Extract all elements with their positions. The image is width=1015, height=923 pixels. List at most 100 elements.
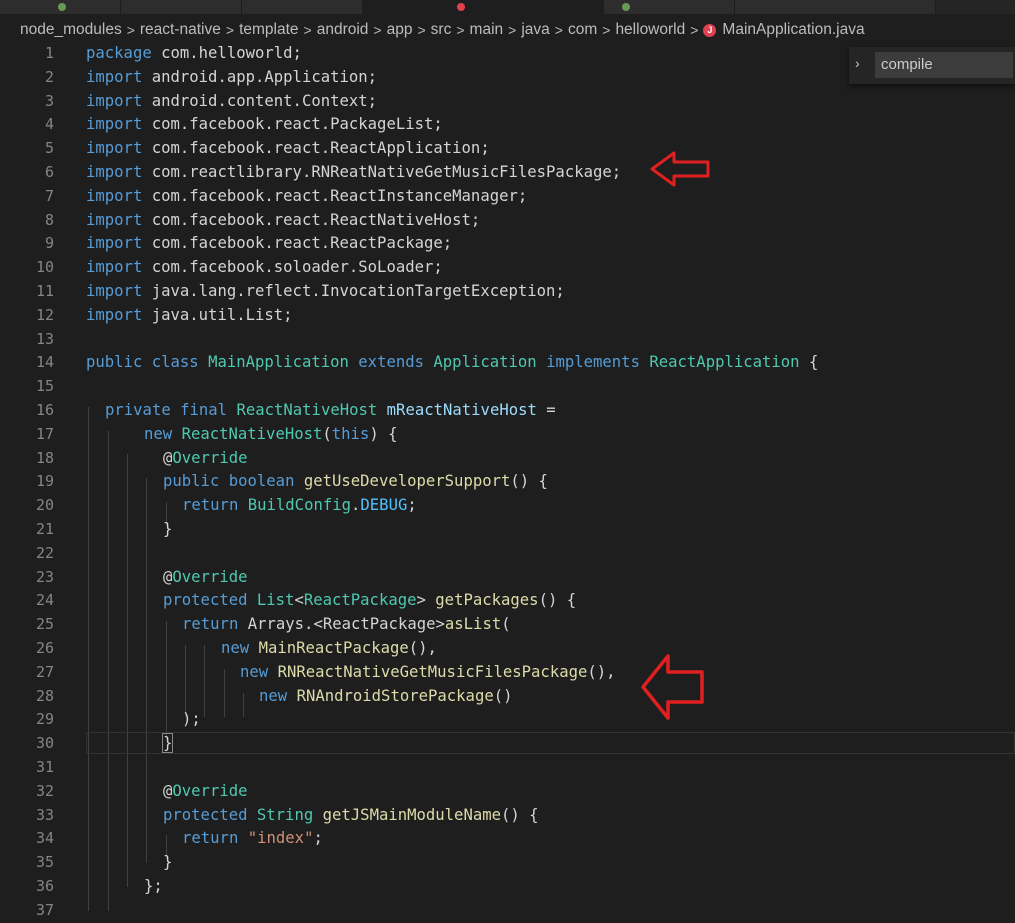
code-line[interactable]: 24 protected List<ReactPackage> getPackag… (0, 589, 1015, 613)
chevron-right-icon: > (126, 22, 135, 38)
code-line[interactable]: 23 @Override (0, 566, 1015, 590)
code-token: getUseDeveloperSupport (303, 472, 511, 491)
chevron-right-icon: > (373, 22, 382, 38)
code-line[interactable]: 7 import com.facebook.react.ReactInstance… (0, 185, 1015, 209)
breadcrumb-item-com[interactable]: com (568, 21, 597, 39)
code-text: protected String getJSMainModuleName() { (163, 804, 539, 828)
code-line[interactable]: 18 @Override (0, 447, 1015, 471)
editor-tab[interactable] (604, 0, 735, 14)
breadcrumb-item-android[interactable]: android (317, 21, 369, 39)
code-line-current[interactable]: 30} (0, 732, 1015, 756)
breadcrumb-item-src[interactable]: src (431, 21, 452, 39)
line-number: 36 (35, 877, 54, 895)
chevron-right-icon: > (554, 22, 563, 38)
line-number: 12 (35, 305, 54, 324)
line-number: 5 (44, 139, 54, 158)
line-number: 34 (35, 829, 54, 848)
breadcrumb-item-react-native[interactable]: react-native (140, 21, 221, 39)
code-line[interactable]: 20 return BuildConfig.DEBUG; (0, 494, 1015, 518)
chevron-right-icon[interactable]: › (855, 55, 860, 71)
code-text: new ReactNativeHost(this) { (144, 423, 398, 447)
code-line[interactable]: 5 import com.facebook.react.ReactApplicat… (0, 137, 1015, 161)
code-line[interactable]: 31 (0, 756, 1015, 780)
code-line[interactable]: 32 @Override (0, 780, 1015, 804)
code-line[interactable]: 27 new RNReactNativeGetMusicFilesPackage(… (0, 661, 1015, 685)
code-line[interactable]: 28 new RNAndroidStorePackage() (0, 685, 1015, 709)
code-line[interactable]: 15 (0, 375, 1015, 399)
code-line[interactable]: 36}; (0, 875, 1015, 899)
code-line[interactable]: 13 (0, 328, 1015, 352)
code-line[interactable]: 12 import java.util.List; (0, 304, 1015, 328)
code-token: com.reactlibrary.RNReatNativeGetMusicFil… (142, 163, 622, 181)
code-line[interactable]: 6 import com.reactlibrary.RNReatNativeGet… (0, 161, 1015, 185)
code-token: public (163, 472, 220, 491)
line-number: 3 (44, 91, 54, 110)
code-token: (), (587, 662, 616, 681)
breadcrumb-item-template[interactable]: template (239, 21, 298, 39)
code-line[interactable]: 9 import com.facebook.react.ReactPackage; (0, 232, 1015, 256)
code-token: Override (172, 567, 248, 586)
line-number: 23 (35, 567, 54, 586)
code-line[interactable]: 33 protected String getJSMainModuleName()… (0, 804, 1015, 828)
code-line[interactable]: 34 return "index"; (0, 827, 1015, 851)
code-line[interactable]: 17 new ReactNativeHost(this) { (0, 423, 1015, 447)
code-line[interactable]: 4 import com.facebook.react.PackageList; (0, 113, 1015, 137)
code-line[interactable]: 29); (0, 708, 1015, 732)
code-token: () { (501, 805, 539, 824)
code-line[interactable]: 19 public boolean getUseDeveloperSupport(… (0, 470, 1015, 494)
code-line[interactable]: 11 import java.lang.reflect.InvocationTar… (0, 280, 1015, 304)
code-token: @ (163, 781, 173, 800)
code-token: final (180, 401, 228, 419)
line-number: 16 (35, 401, 54, 419)
code-token: import (86, 305, 143, 324)
editor-tab[interactable] (0, 0, 121, 14)
code-token: } (161, 733, 174, 754)
code-line[interactable]: 10 import com.facebook.soloader.SoLoader; (0, 256, 1015, 280)
code-token: import (86, 163, 143, 181)
code-token: com.facebook.soloader.SoLoader; (142, 258, 443, 277)
code-token: com.facebook.react.PackageList; (142, 115, 443, 134)
code-token: new (259, 686, 288, 705)
editor-tab[interactable] (121, 0, 242, 14)
code-line[interactable]: 8 import com.facebook.react.ReactNativeHo… (0, 209, 1015, 233)
code-token: java.util.List; (142, 305, 293, 324)
code-line[interactable]: 35} (0, 851, 1015, 875)
code-line[interactable]: 16 private final ReactNativeHost mReactNa… (0, 399, 1015, 423)
breadcrumb-item-node-modules[interactable]: node_modules (0, 21, 122, 39)
code-text: return Arrays.<ReactPackage>asList( (182, 613, 511, 637)
chevron-right-icon: > (508, 22, 517, 38)
code-line[interactable]: 26 new MainReactPackage(), (0, 637, 1015, 661)
breadcrumb-file-name[interactable]: MainApplication.java (722, 21, 864, 39)
breadcrumb-item-main[interactable]: main (470, 21, 504, 39)
breadcrumb-item-java[interactable]: java (521, 21, 549, 39)
code-line[interactable]: 3 import android.content.Context; (0, 90, 1015, 114)
code-line[interactable]: 25 return Arrays.<ReactPackage>asList( (0, 613, 1015, 637)
code-text: import android.content.Context; (86, 90, 377, 114)
breadcrumb-item-app[interactable]: app (387, 21, 413, 39)
code-token: com.helloworld; (151, 44, 302, 62)
code-token: RNAndroidStorePackage (296, 686, 494, 705)
code-token: () { (510, 472, 548, 491)
breadcrumb-item-helloworld[interactable]: helloworld (615, 21, 685, 39)
code-line[interactable]: 14 public class MainApplication extends A… (0, 351, 1015, 375)
line-number: 4 (44, 115, 54, 134)
find-input[interactable]: compile (875, 52, 1013, 78)
code-editor[interactable]: 1 package com.helloworld; 2 import android… (0, 42, 1015, 919)
code-text: import com.facebook.react.ReactApplicati… (86, 137, 490, 161)
editor-tab[interactable] (735, 0, 936, 14)
annotation-arrow-left-icon (650, 151, 710, 187)
editor-tab[interactable] (242, 0, 363, 14)
code-text: return BuildConfig.DEBUG; (182, 494, 417, 518)
code-token: BuildConfig (247, 496, 352, 515)
code-line[interactable]: 21} (0, 518, 1015, 542)
code-token: ReactNativeHost (181, 424, 323, 443)
code-line[interactable]: 22 (0, 542, 1015, 566)
code-token: boolean (228, 472, 295, 491)
editor-tab-active[interactable] (363, 0, 604, 14)
